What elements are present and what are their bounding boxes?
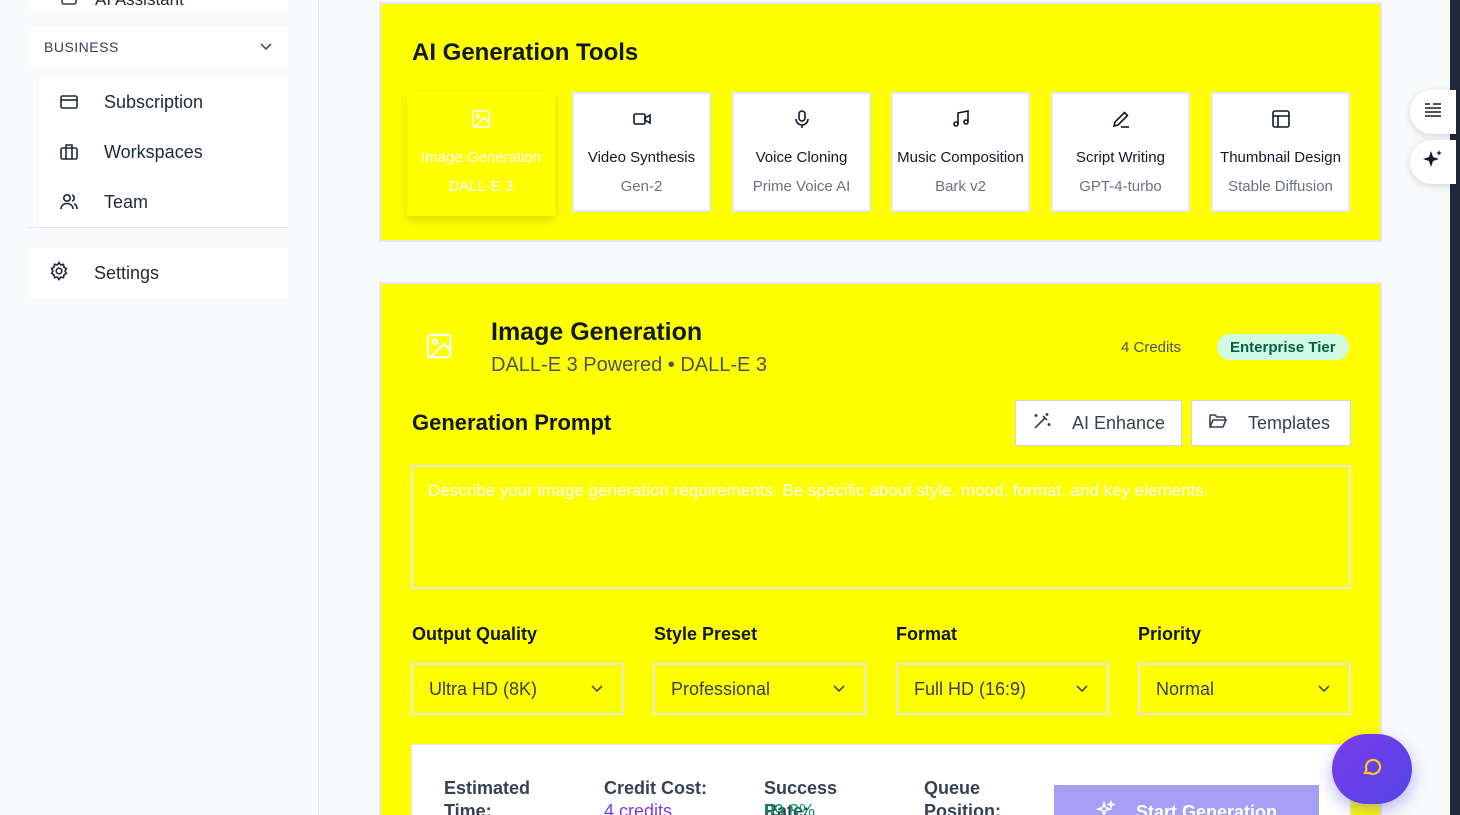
success-rate-value: 99.8% [764, 801, 816, 815]
prompt-textarea[interactable] [411, 465, 1351, 589]
start-generation-button[interactable]: Start Generation [1054, 785, 1319, 815]
sparkles-icon [1421, 148, 1445, 177]
generator-subtitle: DALL-E 3 Powered • DALL-E 3 [491, 354, 768, 376]
tool-model: Stable Diffusion [1228, 178, 1333, 195]
layout-icon [1213, 109, 1348, 129]
select-value: Full HD (16:9) [914, 678, 1027, 699]
output-quality-label: Output Quality [412, 624, 537, 644]
generator-title: Image Generation [491, 318, 703, 346]
select-value: Professional [671, 678, 771, 699]
queue-position-label: Queue Position: [924, 778, 1001, 815]
prompt-label: Generation Prompt [412, 410, 612, 435]
chat-launcher-button[interactable] [1332, 734, 1412, 804]
sidebar-item-label: AI Assistant [95, 0, 184, 10]
style-preset-label: Style Preset [654, 624, 758, 644]
credit-card-icon [59, 92, 79, 112]
credit-cost-label: Credit Cost: [604, 778, 707, 798]
image-generation-card: Image Generation DALL-E 3 Powered • DALL… [379, 282, 1382, 815]
tool-video-synthesis[interactable]: Video Synthesis Gen-2 [572, 92, 711, 212]
select-value: Ultra HD (8K) [429, 678, 538, 699]
sidebar-item-label: Workspaces [104, 141, 203, 162]
tier-badge: Enterprise Tier [1217, 334, 1349, 360]
sparkles-icon [1095, 799, 1116, 815]
chat-icon [1360, 755, 1384, 784]
ai-sparkle-button[interactable] [1410, 140, 1456, 184]
generation-summary: Estimated Time: Credit Cost: 4 credits S… [411, 744, 1351, 815]
tool-name: Script Writing [1076, 149, 1165, 166]
tool-model: GPT-4-turbo [1079, 178, 1162, 195]
folder-open-icon [1208, 411, 1228, 436]
select-value: Normal [1156, 678, 1215, 699]
priority-select[interactable]: Normal [1138, 663, 1351, 715]
templates-button[interactable]: Templates [1191, 400, 1351, 446]
sidebar-item-label: Settings [94, 262, 160, 283]
tools-title: AI Generation Tools [412, 39, 639, 66]
sidebar-item-workspaces[interactable]: Workspaces [39, 127, 288, 177]
tool-voice-cloning[interactable]: Voice Cloning Prime Voice AI [732, 92, 871, 212]
chevron-down-icon [832, 679, 846, 700]
tool-name: Music Composition [897, 149, 1024, 166]
reader-mode-button[interactable] [1410, 90, 1456, 134]
ai-tools-card: AI Generation Tools Image Generation DAL… [379, 2, 1382, 242]
chevron-down-icon [590, 679, 604, 700]
sidebar-item-ai-assistant[interactable]: AI Assistant [29, 0, 288, 12]
sidebar-divider [29, 227, 288, 228]
magic-wand-icon [1032, 411, 1052, 436]
section-label: BUSINESS [44, 39, 119, 55]
robot-icon [59, 0, 79, 13]
estimated-time-label: Estimated Time: [444, 778, 531, 815]
tool-name: Thumbnail Design [1220, 149, 1341, 166]
pen-icon [1053, 109, 1188, 129]
gear-icon [49, 260, 69, 286]
users-icon [59, 192, 79, 212]
tool-name: Video Synthesis [587, 149, 696, 166]
image-icon [425, 332, 453, 365]
sidebar-item-label: Subscription [104, 91, 204, 112]
credits-label: 4 Credits [1121, 339, 1182, 356]
tool-name: Image Generation [420, 149, 542, 166]
tool-script-writing[interactable]: Script Writing GPT-4-turbo [1051, 92, 1190, 212]
image-icon [409, 109, 553, 129]
ai-enhance-button[interactable]: AI Enhance [1015, 400, 1182, 446]
format-select[interactable]: Full HD (16:9) [896, 663, 1109, 715]
music-icon [893, 109, 1028, 129]
button-label: Start Generation [1135, 802, 1278, 815]
priority-label: Priority [1138, 624, 1202, 644]
format-label: Format [896, 624, 958, 644]
tool-image-generation[interactable]: Image Generation DALL-E 3 [407, 92, 555, 216]
tool-music-composition[interactable]: Music Composition Bark v2 [891, 92, 1030, 212]
tool-model: Prime Voice AI [752, 178, 851, 195]
sidebar: AI Assistant BUSINESS Subscription Works… [0, 0, 319, 815]
chevron-down-icon [259, 39, 273, 56]
style-preset-select[interactable]: Professional [653, 663, 866, 715]
credit-cost-value: 4 credits [604, 801, 673, 815]
chevron-down-icon [1317, 679, 1331, 700]
tool-model: DALL-E 3 [448, 178, 514, 195]
sidebar-item-label: Team [104, 191, 149, 212]
sidebar-item-settings[interactable]: Settings [29, 248, 288, 298]
tool-name: Voice Cloning [755, 149, 848, 166]
sidebar-item-subscription[interactable]: Subscription [39, 77, 288, 127]
tool-thumbnail-design[interactable]: Thumbnail Design Stable Diffusion [1211, 92, 1350, 212]
microphone-icon [734, 109, 869, 129]
output-quality-select[interactable]: Ultra HD (8K) [411, 663, 624, 715]
chevron-down-icon [1075, 679, 1089, 700]
tool-model: Bark v2 [935, 178, 986, 195]
business-submenu: Subscription Workspaces Team [39, 77, 288, 227]
briefcase-icon [59, 142, 79, 162]
video-icon [574, 109, 709, 129]
text-lines-icon [1422, 99, 1444, 126]
sidebar-item-team[interactable]: Team [39, 177, 288, 227]
tool-model: Gen-2 [620, 178, 663, 195]
button-label: AI Enhance [1072, 412, 1166, 433]
button-label: Templates [1248, 412, 1331, 433]
business-section-toggle[interactable]: BUSINESS [29, 27, 288, 67]
